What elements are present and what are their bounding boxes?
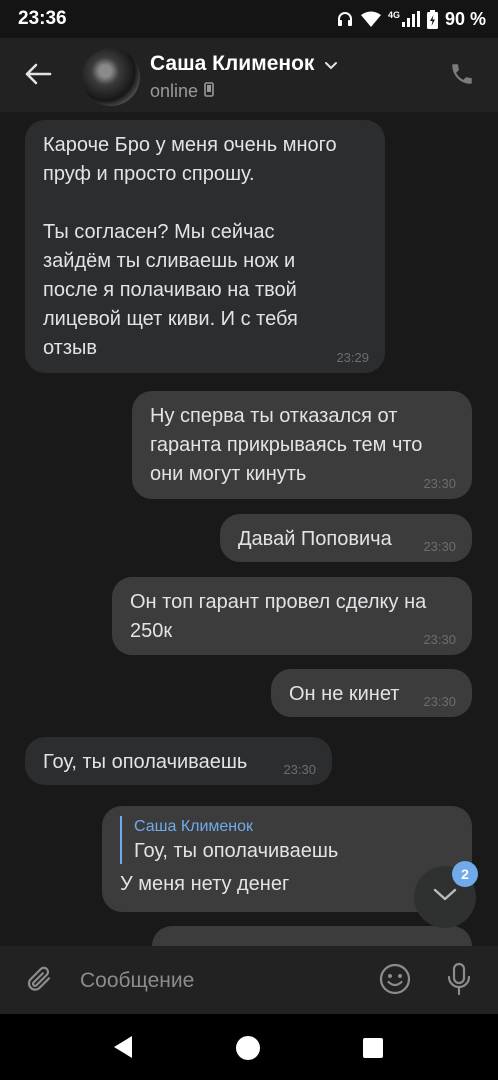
message-text: Кароче Бро у меня очень много пруф и про… — [43, 134, 337, 359]
battery-charging-icon — [426, 9, 438, 29]
phone-icon — [449, 61, 475, 92]
message-bubble-outgoing[interactable]: Он топ гарант провел сделку на 250к 23:3… — [112, 577, 472, 655]
nav-back-button[interactable] — [110, 1034, 138, 1062]
message-text: Гоу, ты ополачиваешь — [43, 751, 248, 773]
nav-home-button[interactable] — [236, 1036, 260, 1060]
system-navigation-bar — [0, 1014, 498, 1080]
message-composer — [0, 946, 498, 1014]
message-bubble-incoming[interactable]: Гоу, ты ополачиваешь 23:30 — [25, 737, 332, 785]
smiley-icon — [379, 963, 411, 1000]
contact-name[interactable]: Саша Клименок — [150, 52, 314, 76]
message-bubble-outgoing[interactable]: Ну сперва ты отказался от гаранта прикры… — [132, 391, 472, 499]
reply-quote[interactable]: Саша Клименок Гоу, ты ополачиваешь — [120, 816, 454, 864]
chevron-down-icon — [433, 888, 457, 907]
message-bubble-incoming[interactable]: Кароче Бро у меня очень много пруф и про… — [25, 120, 385, 373]
network-type-label: 4G — [387, 10, 400, 20]
message-input[interactable] — [78, 960, 362, 1002]
online-status-text: online — [150, 81, 199, 101]
mobile-device-icon — [204, 81, 214, 102]
status-time: 23:36 — [18, 8, 67, 29]
reply-author: Саша Клименок — [134, 818, 254, 835]
message-time: 23:30 — [423, 539, 456, 554]
paperclip-icon — [24, 964, 54, 999]
headphones-icon — [336, 10, 354, 28]
status-bar: 23:36 4G 90 % — [0, 0, 498, 38]
status-icons: 4G 90 % — [336, 8, 486, 30]
contact-avatar[interactable] — [82, 48, 140, 106]
unread-count-badge: 2 — [452, 861, 478, 887]
signal-icon — [401, 11, 420, 27]
message-time: 23:29 — [336, 350, 369, 365]
emoji-button[interactable] — [376, 962, 414, 1000]
message-bubble-outgoing[interactable]: Он не кинет 23:30 — [271, 669, 472, 717]
back-button[interactable] — [14, 54, 62, 98]
message-list[interactable]: Кароче Бро у меня очень много пруф и про… — [0, 112, 498, 946]
message-text: У меня нету денег — [120, 873, 290, 895]
voice-message-button[interactable] — [440, 962, 478, 1000]
call-button[interactable] — [444, 58, 480, 94]
message-text: Давай Поповича — [238, 528, 392, 550]
battery-percentage: 90 % — [444, 8, 486, 29]
nav-recents-button[interactable] — [363, 1038, 383, 1058]
attach-button[interactable] — [20, 962, 58, 1000]
reply-text: Гоу, ты ополачиваешь — [134, 840, 339, 862]
wifi-icon — [360, 11, 381, 27]
message-time: 23:30 — [423, 476, 456, 491]
chat-header: Саша Клименок online — [0, 38, 498, 112]
message-time: 23:30 — [423, 632, 456, 647]
message-time: 23:30 — [423, 694, 456, 709]
message-time: 23:30 — [283, 762, 316, 777]
microphone-icon — [446, 962, 472, 1001]
message-bubble-outgoing[interactable]: Давай Поповича 23:30 — [220, 514, 472, 562]
chevron-down-icon[interactable] — [324, 58, 338, 76]
message-bubble-outgoing-partial[interactable] — [152, 926, 472, 946]
arrow-left-icon — [24, 62, 52, 91]
message-text: Ну сперва ты отказался от гаранта прикры… — [150, 405, 423, 485]
message-text: Он топ гарант провел сделку на 250к — [130, 591, 427, 642]
contact-status: online — [150, 81, 214, 102]
